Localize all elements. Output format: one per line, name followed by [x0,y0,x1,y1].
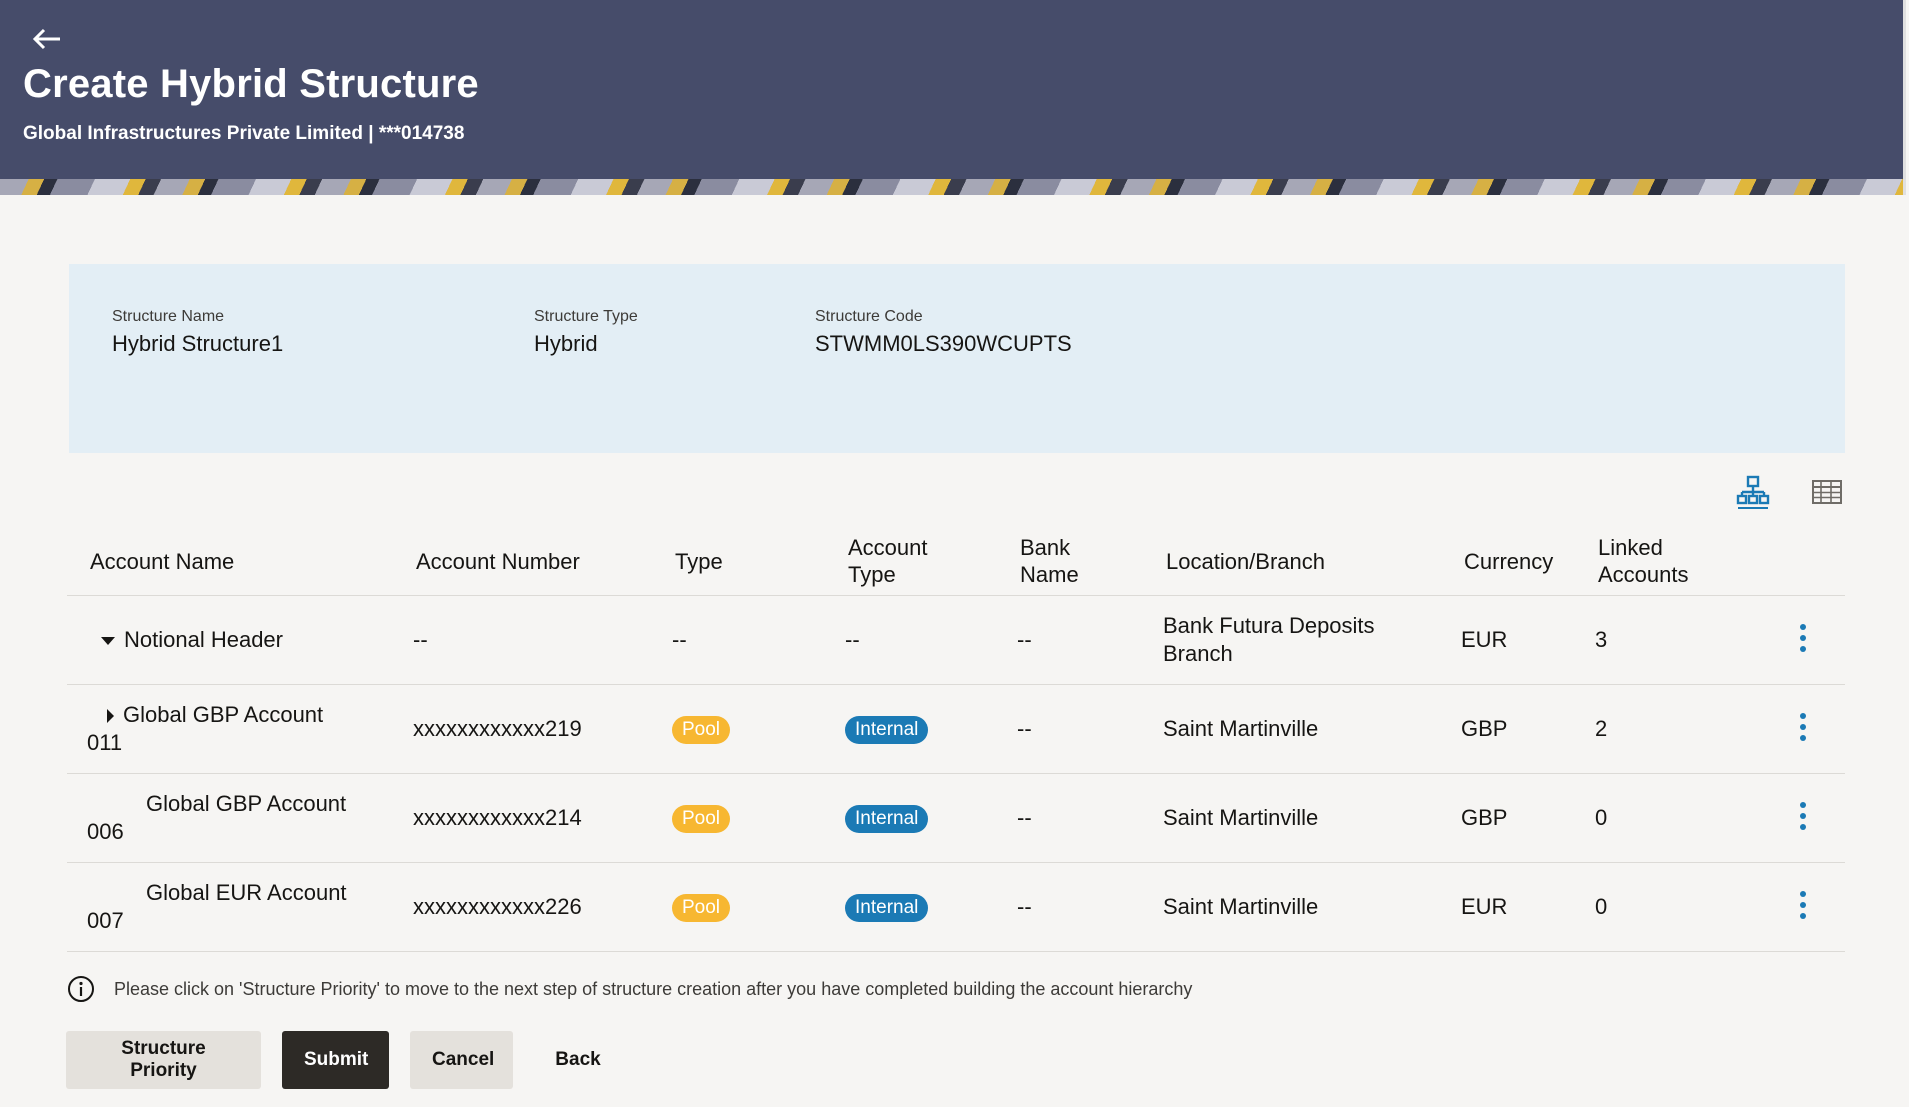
type-cell: Pool [672,892,731,922]
structure-type-field: Structure Type Hybrid [534,308,638,357]
account-name-line1: Global GBP Account [123,702,324,727]
account-name: Notional Header [124,627,283,652]
location-cell: Saint Martinville [1163,805,1319,830]
currency-cell: EUR [1461,894,1508,919]
location-line1: Bank Futura Deposits [1163,613,1375,638]
cancel-button[interactable]: Cancel [410,1031,513,1089]
account-name-line2: 011 [87,730,123,755]
account-number-cell: xxxxxxxxxxxx226 [413,894,582,919]
account-number-cell: xxxxxxxxxxxx214 [413,805,582,830]
account-type-cell: Internal [845,803,929,833]
type-cell: Pool [672,803,731,833]
structure-code-label: Structure Code [815,308,923,325]
account-number-cell: xxxxxxxxxxxx219 [413,716,582,741]
account-name-line1: Global GBP Account [146,791,347,816]
account-name-cell: Global GBP Account 011 [87,701,323,757]
caret-down-icon[interactable] [100,635,116,647]
account-type-cell: Internal [845,892,929,922]
col-location-branch: Location/Branch [1166,549,1325,574]
account-name-line1: Global EUR Account [146,880,347,905]
location-cell: Bank Futura Deposits Branch [1163,612,1375,668]
table-grid-icon[interactable] [1810,474,1844,510]
linked-accounts-cell: 0 [1595,894,1608,919]
page-title: Create Hybrid Structure [23,62,479,106]
linked-accounts-cell: 2 [1595,716,1608,741]
linked-accounts-cell: 3 [1595,627,1608,652]
pool-badge: Pool [672,805,731,833]
col-account-type-line2: Type [848,562,896,587]
more-options-icon[interactable] [1793,711,1813,745]
col-type: Type [675,549,723,574]
more-options-icon[interactable] [1793,889,1813,923]
col-linked-accounts-line1: Linked [1598,535,1663,560]
submit-button[interactable]: Submit [282,1031,389,1089]
info-icon [68,976,94,1002]
location-cell: Saint Martinville [1163,894,1319,919]
linked-accounts-cell: 0 [1595,805,1608,830]
page-header: Create Hybrid Structure Global Infrastru… [0,0,1906,195]
location-cell: Saint Martinville [1163,716,1319,741]
account-name-cell: Global GBP Account 006 [87,790,346,846]
structure-name-label: Structure Name [112,308,225,325]
bank-name-cell: -- [1017,894,1032,919]
currency-cell: EUR [1461,627,1508,652]
structure-type-value: Hybrid [534,331,598,356]
table-row[interactable]: Global GBP Account 006 xxxxxxxxxxxx214 P… [67,774,1845,863]
back-button[interactable]: Back [533,1031,623,1089]
account-name-cell: Global EUR Account 007 [87,879,347,935]
info-message: Please click on 'Structure Priority' to … [67,975,1192,1003]
back-arrow-icon[interactable] [30,24,64,54]
location-line2: Branch [1163,641,1233,666]
account-name-cell: Notional Header [100,626,283,654]
internal-badge: Internal [845,894,929,922]
table-row[interactable]: Global EUR Account 007 xxxxxxxxxxxx226 P… [67,863,1845,952]
col-account-number: Account Number [416,549,580,574]
more-options-icon[interactable] [1793,622,1813,656]
col-bank-name: Bank Name [1020,534,1079,588]
structure-type-label: Structure Type [534,308,638,325]
col-bank-name-line1: Bank [1020,535,1071,560]
currency-cell: GBP [1461,716,1508,741]
structure-name-field: Structure Name Hybrid Structure1 [112,308,283,357]
type-cell: -- [672,627,687,652]
hierarchy-icon[interactable] [1736,474,1770,510]
account-name-line2: 006 [87,819,124,844]
table-row[interactable]: Global GBP Account 011 xxxxxxxxxxxx219 P… [67,685,1845,774]
account-number-cell: -- [413,627,428,652]
col-account-type: Account Type [848,534,928,588]
col-account-type-line1: Account [848,535,928,560]
currency-cell: GBP [1461,805,1508,830]
structure-code-field: Structure Code STWMM0LS390WCUPTS [815,308,1072,357]
pool-badge: Pool [672,716,731,744]
col-account-name: Account Name [90,549,235,574]
internal-badge: Internal [845,716,929,744]
table-row[interactable]: Notional Header -- -- -- -- Bank Futura … [67,596,1845,685]
header-decorative-stripe [0,179,1903,195]
info-message-text: Please click on 'Structure Priority' to … [114,978,1193,999]
bank-name-cell: -- [1017,805,1032,830]
account-type-cell: Internal [845,714,929,744]
structure-summary-card: Structure Name Hybrid Structure1 Structu… [69,264,1845,453]
col-linked-accounts-line2: Accounts [1598,562,1689,587]
structure-code-value: STWMM0LS390WCUPTS [815,331,1072,356]
bank-name-cell: -- [1017,716,1032,741]
structure-name-value: Hybrid Structure1 [112,331,284,356]
bank-name-cell: -- [1017,627,1032,652]
account-type-cell: -- [845,627,860,652]
table-header-row: Account Name Account Number Type Account… [67,520,1845,596]
col-currency: Currency [1464,549,1554,574]
party-subtitle: Global Infrastructures Private Limited |… [23,123,465,144]
col-linked-accounts: Linked Accounts [1598,534,1689,588]
pool-badge: Pool [672,894,731,922]
type-cell: Pool [672,714,731,744]
structure-priority-button[interactable]: Structure Priority [66,1031,261,1089]
internal-badge: Internal [845,805,929,833]
caret-right-icon[interactable] [105,708,115,724]
more-options-icon[interactable] [1793,800,1813,834]
accounts-table: Account Name Account Number Type Account… [67,520,1845,952]
col-bank-name-line2: Name [1020,562,1079,587]
account-name-line2: 007 [87,908,124,933]
